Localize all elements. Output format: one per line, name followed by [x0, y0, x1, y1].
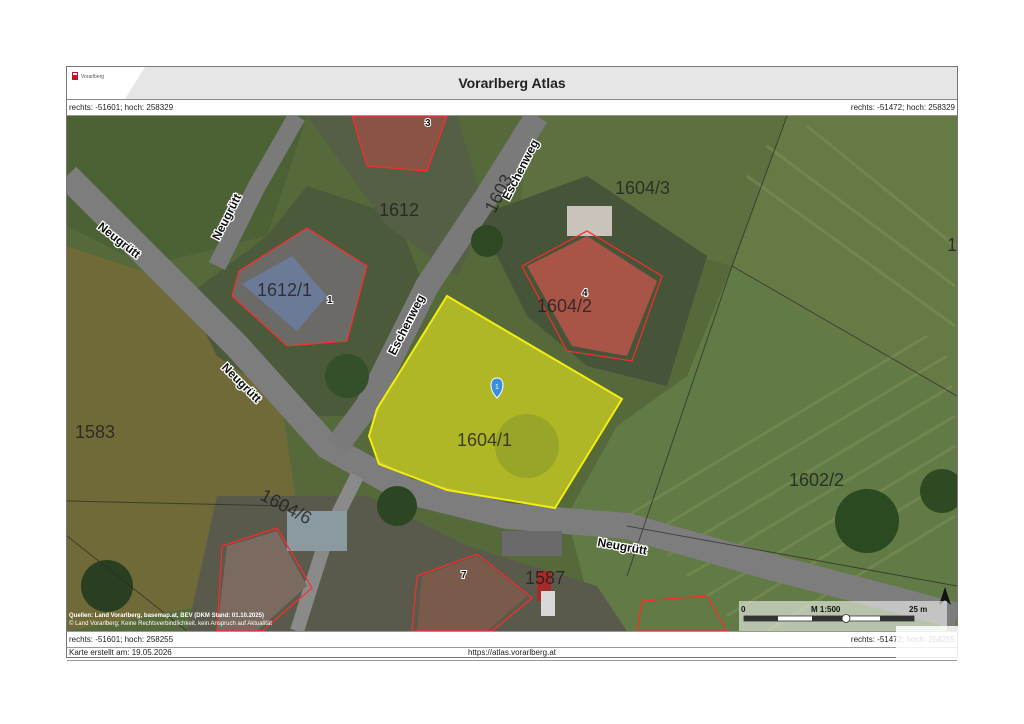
house-number-1: 1	[327, 295, 333, 306]
house-number-7: 7	[461, 570, 467, 581]
car-white	[541, 591, 555, 616]
map-sheet: Vorarlberg Vorarlberg Atlas rechts: -516…	[66, 66, 958, 661]
title-bar: Vorarlberg Vorarlberg Atlas	[67, 67, 957, 100]
tree-house-1	[325, 354, 369, 398]
aerial-map[interactable]: 1 Neugrütt Neugrütt Neugrütt Neugrütt Es…	[67, 116, 957, 631]
parcel-label-1612: 1612	[379, 200, 419, 220]
parcel-label-1587: 1587	[525, 568, 565, 588]
map-source-note: Quellen: Land Vorarlberg, basemap.at, BE…	[69, 612, 272, 628]
house-number-4: 4	[582, 288, 588, 299]
atlas-url-link[interactable]: https://atlas.vorarlberg.at	[67, 645, 957, 660]
roof-garage	[567, 206, 612, 236]
top-left-coordinate: rechts: -51601; hoch: 258329	[69, 103, 174, 112]
watermark-overlay	[896, 626, 1024, 660]
house-number-3: 3	[425, 118, 431, 129]
footer-row: Karte erstellt am: 19.05.2026 https://at…	[67, 645, 957, 661]
parcel-label-16: 16	[947, 235, 957, 255]
top-right-coordinate: rechts: -51472; hoch: 258329	[850, 103, 955, 112]
scale-bar: 0 M 1:500 25 m	[739, 601, 947, 631]
source-line-2: © Land Vorarlberg; Keine Rechtsverbindli…	[69, 621, 272, 627]
parcel-label-1612-1: 1612/1	[257, 280, 312, 300]
top-coordinate-row: rechts: -51601; hoch: 258329 rechts: -51…	[67, 100, 957, 116]
scale-start: 0	[741, 605, 746, 614]
parcel-label-1604-3: 1604/3	[615, 178, 670, 198]
marker-number: 1	[495, 384, 499, 391]
source-line-1: Quellen: Land Vorarlberg, basemap.at, BE…	[69, 613, 264, 619]
parcel-label-1583: 1583	[75, 422, 115, 442]
tree-east	[835, 489, 899, 553]
driveway-south	[502, 531, 562, 556]
scale-end: 25 m	[909, 605, 927, 614]
parcel-label-1604-2: 1604/2	[537, 296, 592, 316]
scale-handle[interactable]	[841, 614, 851, 623]
page-title: Vorarlberg Atlas	[458, 75, 566, 91]
tree-garden	[471, 225, 503, 257]
parcel-label-1604-1: 1604/1	[457, 430, 512, 450]
tree-road	[377, 486, 417, 526]
scale-ratio: M 1:500	[811, 605, 841, 614]
parcel-label-1602-2: 1602/2	[789, 470, 844, 490]
